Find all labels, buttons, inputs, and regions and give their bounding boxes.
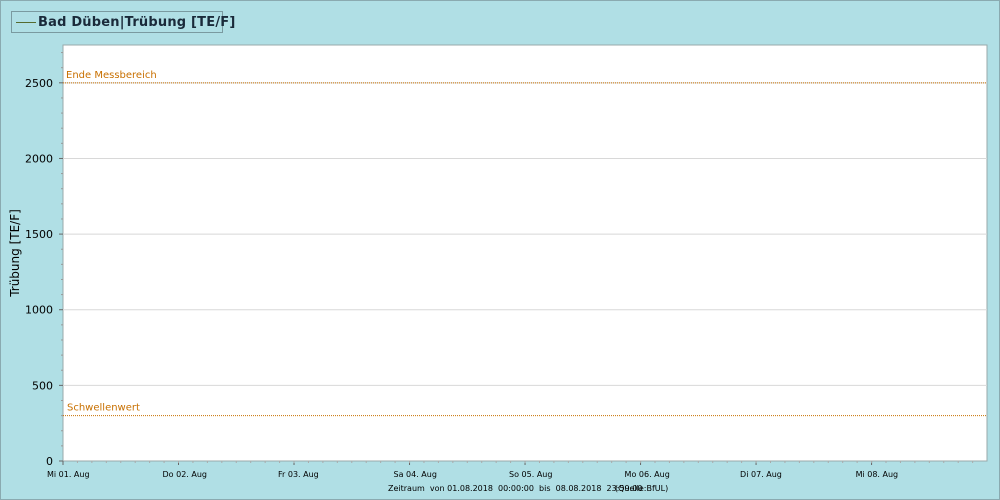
reference-line-label: Ende Messbereich	[66, 70, 157, 81]
y-tick-label: 2000	[25, 152, 53, 165]
x-tick-label: So 05. Aug	[509, 470, 552, 479]
x-tick-label: Mi 08. Aug	[856, 470, 899, 479]
y-tick-label: 2500	[25, 77, 53, 90]
y-axis-label: Trübung [TE/F]	[8, 209, 22, 298]
plot-area	[62, 44, 988, 462]
y-tick-label: 0	[46, 455, 53, 468]
x-tick-label: Sa 04. Aug	[394, 470, 437, 479]
y-tick-label: 500	[32, 379, 53, 392]
y-tick-label: 1000	[25, 304, 53, 317]
chart-svg: Ende Messbereich Schwellenwert 0 500 1000 15…	[8, 44, 988, 493]
x-tick-label: Mo 06. Aug	[625, 470, 670, 479]
x-tick-label: Mi 01. Aug	[47, 470, 90, 479]
x-tick-label: Do 02. Aug	[163, 470, 207, 479]
y-tick-label: 1500	[25, 228, 53, 241]
x-tick-label: Fr 03. Aug	[278, 470, 319, 479]
reference-line-label: Schwellenwert	[67, 403, 140, 414]
footer-source: (Quelle:BfUL)	[615, 484, 668, 493]
footer-period: Zeitraum von 01.08.2018 00:00:00 bis 08.…	[388, 484, 642, 493]
x-tick-label: Di 07. Aug	[740, 470, 782, 479]
